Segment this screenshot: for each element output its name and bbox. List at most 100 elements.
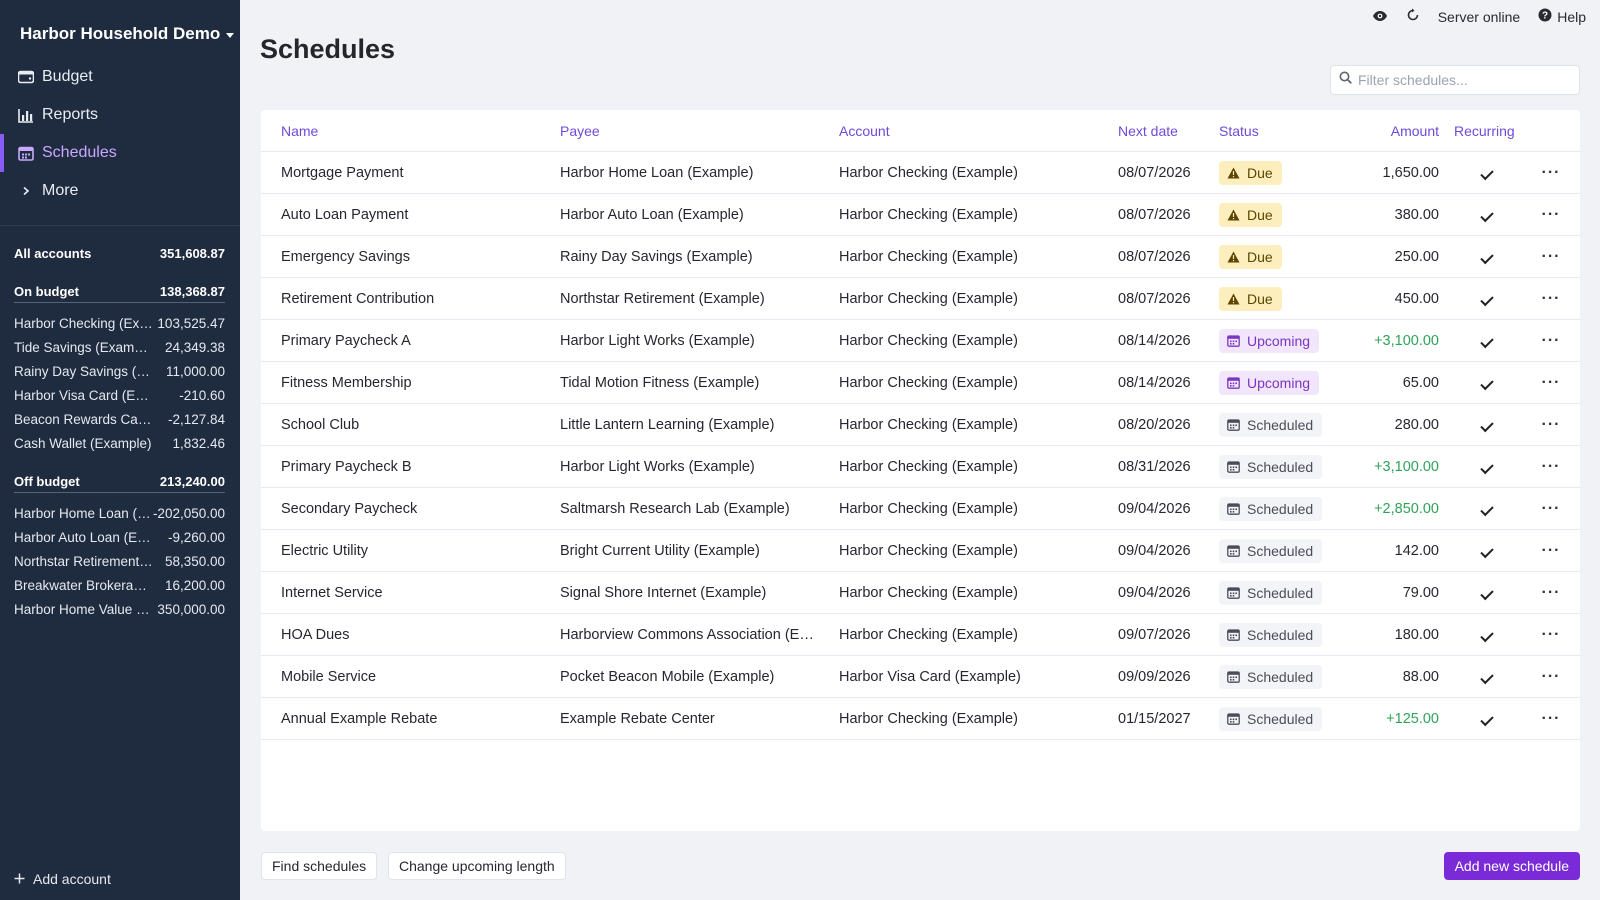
cell-name: Electric Utility bbox=[281, 542, 369, 559]
nav-more[interactable]: More bbox=[0, 172, 240, 210]
account-name: Harbor Home Value (Example) bbox=[14, 601, 154, 617]
status-badge: Due bbox=[1219, 202, 1282, 227]
cell-account: Harbor Checking (Example) bbox=[839, 206, 1018, 223]
row-menu-button[interactable]: ··· bbox=[1527, 164, 1575, 182]
find-schedules-button[interactable]: Find schedules bbox=[261, 852, 378, 880]
cell-status: Scheduled bbox=[1209, 664, 1359, 689]
table-row[interactable]: Emergency Savings Rainy Day Savings (Exam… bbox=[261, 236, 1580, 278]
column-header-next-date[interactable]: Next date bbox=[1098, 123, 1209, 139]
table-row[interactable]: Primary Paycheck A Harbor Light Works (Ex… bbox=[261, 320, 1580, 362]
column-header-status[interactable]: Status bbox=[1209, 123, 1359, 139]
row-menu-button[interactable]: ··· bbox=[1527, 374, 1575, 392]
column-header-recurring[interactable]: Recurring bbox=[1439, 123, 1527, 139]
row-menu-button[interactable]: ··· bbox=[1527, 206, 1575, 224]
filter-schedules-input[interactable] bbox=[1358, 72, 1568, 88]
row-menu-button[interactable]: ··· bbox=[1527, 626, 1575, 644]
table-row[interactable]: Mobile Service Pocket Beacon Mobile (Exam… bbox=[261, 656, 1580, 698]
cell-status: Scheduled bbox=[1209, 454, 1359, 479]
account-balance: 350,000.00 bbox=[157, 601, 225, 617]
row-menu-button[interactable]: ··· bbox=[1527, 332, 1575, 350]
table-row[interactable]: Retirement Contribution Northstar Retirem… bbox=[261, 278, 1580, 320]
row-menu-button[interactable]: ··· bbox=[1527, 710, 1575, 728]
check-icon bbox=[1480, 334, 1494, 348]
on-budget-group: On budget 138,368.87 Harbor Checking (Ex… bbox=[14, 281, 225, 455]
account-row[interactable]: Harbor Auto Loan (Example) -9,260.00 bbox=[14, 525, 225, 549]
account-row[interactable]: Breakwater Brokerage (Example) 16,200.00 bbox=[14, 573, 225, 597]
cell-next-date: 09/09/2026 bbox=[1118, 668, 1191, 685]
cell-name: Emergency Savings bbox=[281, 248, 410, 265]
calendar-icon bbox=[1227, 628, 1240, 641]
more-horizontal-icon: ··· bbox=[1541, 625, 1561, 643]
table-row[interactable]: HOA Dues Harborview Commons Association (… bbox=[261, 614, 1580, 656]
cell-recurring bbox=[1439, 207, 1527, 223]
table-row[interactable]: Secondary Paycheck Saltmarsh Research Lab… bbox=[261, 488, 1580, 530]
all-accounts-label: All accounts bbox=[14, 245, 92, 261]
cell-next-date: 08/31/2026 bbox=[1118, 458, 1191, 475]
account-row[interactable]: Harbor Checking (Example)103,525.47 bbox=[14, 311, 225, 335]
change-upcoming-length-button[interactable]: Change upcoming length bbox=[388, 852, 566, 880]
cell-payee: Harbor Light Works (Example) bbox=[560, 332, 755, 349]
row-menu-button[interactable]: ··· bbox=[1527, 542, 1575, 560]
sync-button[interactable] bbox=[1406, 8, 1420, 25]
account-row[interactable]: Harbor Home Value (Example)350,000.00 bbox=[14, 597, 225, 621]
table-row[interactable]: Auto Loan Payment Harbor Auto Loan (Examp… bbox=[261, 194, 1580, 236]
nav-budget[interactable]: Budget bbox=[0, 58, 240, 96]
column-header-payee[interactable]: Payee bbox=[540, 123, 819, 139]
account-name: Harbor Home Loan (Example) bbox=[14, 505, 153, 521]
status-label: Scheduled bbox=[1247, 710, 1314, 727]
status-label: Due bbox=[1247, 290, 1273, 307]
account-row[interactable]: Rainy Day Savings (Example) 11,000.00 bbox=[14, 359, 225, 383]
account-balance: -2,127.84 bbox=[167, 411, 225, 427]
nav-reports[interactable]: Reports bbox=[0, 96, 240, 134]
row-menu-button[interactable]: ··· bbox=[1527, 500, 1575, 518]
cell-payee: Harbor Auto Loan (Example) bbox=[560, 206, 744, 223]
cell-amount: 450.00 bbox=[1394, 290, 1439, 307]
privacy-toggle[interactable] bbox=[1372, 9, 1388, 25]
account-row[interactable]: Harbor Home Loan (Example)-202,050.00 bbox=[14, 501, 225, 525]
check-icon bbox=[1480, 586, 1494, 600]
column-header-account[interactable]: Account bbox=[819, 123, 1098, 139]
table-row[interactable]: School Club Little Lantern Learning (Exam… bbox=[261, 404, 1580, 446]
warning-icon bbox=[1227, 251, 1240, 263]
check-icon bbox=[1480, 460, 1494, 474]
cell-recurring bbox=[1439, 375, 1527, 391]
more-horizontal-icon: ··· bbox=[1541, 247, 1561, 265]
calendar-icon bbox=[1227, 712, 1240, 725]
column-header-name[interactable]: Name bbox=[261, 123, 540, 139]
server-status[interactable]: Server online bbox=[1438, 9, 1521, 25]
row-menu-button[interactable]: ··· bbox=[1527, 416, 1575, 434]
table-row[interactable]: Internet Service Signal Shore Internet (E… bbox=[261, 572, 1580, 614]
table-row[interactable]: Annual Example Rebate Example Rebate Cent… bbox=[261, 698, 1580, 740]
all-accounts[interactable]: All accounts 351,608.87 bbox=[14, 242, 225, 264]
table-row[interactable]: Electric Utility Bright Current Utility (… bbox=[261, 530, 1580, 572]
row-menu-button[interactable]: ··· bbox=[1527, 290, 1575, 308]
account-balance: 103,525.47 bbox=[157, 315, 225, 331]
off-budget-header[interactable]: Off budget 213,240.00 bbox=[14, 471, 225, 493]
cell-recurring bbox=[1439, 249, 1527, 265]
account-row[interactable]: Northstar Retirement (Example) 58,350.00 bbox=[14, 549, 225, 573]
account-row[interactable]: Cash Wallet (Example) 1,832.46 bbox=[14, 431, 225, 455]
row-menu-button[interactable]: ··· bbox=[1527, 458, 1575, 476]
cell-payee: Tidal Motion Fitness (Example) bbox=[560, 374, 760, 391]
row-menu-button[interactable]: ··· bbox=[1527, 248, 1575, 266]
table-row[interactable]: Primary Paycheck B Harbor Light Works (Ex… bbox=[261, 446, 1580, 488]
add-new-schedule-button[interactable]: Add new schedule bbox=[1443, 852, 1580, 880]
budget-switcher[interactable]: Harbor Household Demo bbox=[20, 24, 235, 44]
cell-recurring bbox=[1439, 459, 1527, 475]
row-menu-button[interactable]: ··· bbox=[1527, 584, 1575, 602]
cell-account: Harbor Checking (Example) bbox=[839, 290, 1018, 307]
column-header-amount[interactable]: Amount bbox=[1359, 123, 1439, 139]
account-row[interactable]: Tide Savings (Example) 24,349.38 bbox=[14, 335, 225, 359]
add-account-button[interactable]: Add account bbox=[14, 871, 111, 887]
row-menu-button[interactable]: ··· bbox=[1527, 668, 1575, 686]
account-balance: 1,832.46 bbox=[172, 435, 225, 451]
calendar-icon bbox=[1227, 670, 1240, 683]
account-row[interactable]: Beacon Rewards Card (Example) -2,127.84 bbox=[14, 407, 225, 431]
account-row[interactable]: Harbor Visa Card (Example) -210.60 bbox=[14, 383, 225, 407]
cell-next-date: 08/20/2026 bbox=[1118, 416, 1191, 433]
on-budget-header[interactable]: On budget 138,368.87 bbox=[14, 281, 225, 303]
table-row[interactable]: Fitness Membership Tidal Motion Fitness (… bbox=[261, 362, 1580, 404]
help-button[interactable]: ? Help bbox=[1538, 8, 1586, 25]
nav-schedules[interactable]: Schedules bbox=[0, 134, 240, 172]
table-row[interactable]: Mortgage Payment Harbor Home Loan (Exampl… bbox=[261, 152, 1580, 194]
